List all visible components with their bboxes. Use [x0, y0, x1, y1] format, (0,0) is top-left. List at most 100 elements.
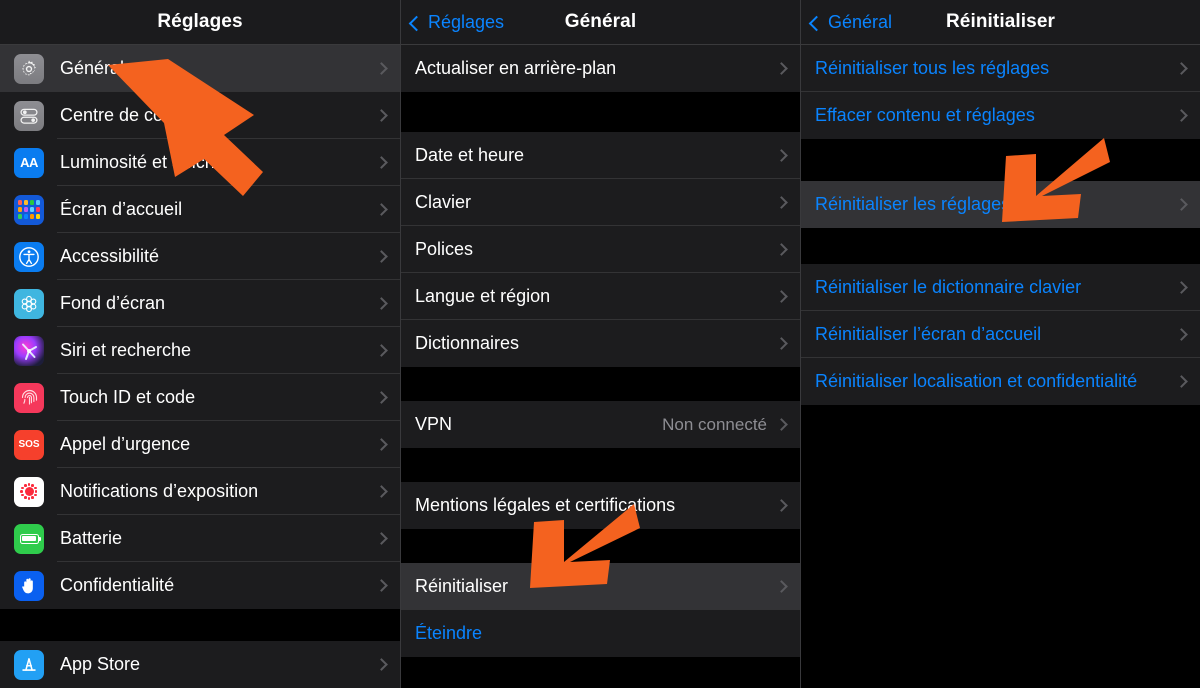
reset-navbar: Général Réinitialiser: [801, 0, 1200, 45]
home-screen-icon: [14, 194, 44, 225]
chevron-right-icon: [775, 196, 788, 209]
reset-back-label: Général: [828, 12, 893, 32]
list-item-label: Général: [60, 58, 125, 78]
chevron-right-icon: [1175, 109, 1188, 122]
chevron-right-icon: [775, 418, 788, 431]
general-back-button[interactable]: Réglages: [408, 0, 505, 45]
list-item-label: Réinitialiser localisation et confidenti…: [815, 371, 1138, 391]
settings-group: Réinitialiser le dictionnaire clavier Réi…: [801, 264, 1200, 405]
list-item[interactable]: Dictionnaires: [401, 320, 800, 367]
list-item[interactable]: Écran d’accueil: [0, 186, 400, 233]
reset-list: Réinitialiser tous les réglages Effacer c…: [801, 45, 1200, 405]
battery-icon: [14, 523, 44, 554]
list-item-label: Effacer contenu et réglages: [815, 105, 1035, 125]
chevron-right-icon: [775, 243, 788, 256]
chevron-right-icon: [1175, 328, 1188, 341]
accessibility-icon: [14, 241, 44, 272]
list-item[interactable]: Accessibilité: [0, 233, 400, 280]
section-gap: [801, 228, 1200, 264]
settings-group: Date et heure Clavier Polices Langue et rég…: [401, 132, 800, 367]
list-item[interactable]: Réinitialiser l’écran d’accueil: [801, 311, 1200, 358]
list-item[interactable]: Confidentialité: [0, 562, 400, 609]
list-item-label: Réinitialiser: [415, 576, 509, 596]
general-list: Actualiser en arrière-plan Date et heure C…: [401, 45, 800, 657]
list-item[interactable]: Éteindre: [401, 610, 800, 657]
list-item[interactable]: Langue et région: [401, 273, 800, 320]
control-center-icon: [14, 100, 44, 131]
list-item-label: Accessibilité: [60, 246, 160, 266]
list-item-label: Fond d’écran: [60, 293, 166, 313]
settings-group: Général Centre de contrôle AA Luminosité et…: [0, 45, 400, 609]
exposure-notifications-icon: [14, 476, 44, 507]
chevron-right-icon: [375, 658, 388, 671]
list-item-label: Clavier: [415, 192, 472, 212]
section-gap: [401, 367, 800, 401]
list-item[interactable]: Clavier: [401, 179, 800, 226]
reset-panel: Général Réinitialiser Réinitialiser tous…: [800, 0, 1200, 688]
list-item-label: Confidentialité: [60, 575, 175, 595]
chevron-right-icon: [375, 532, 388, 545]
list-item-label: Réinitialiser le dictionnaire clavier: [815, 277, 1082, 297]
list-item[interactable]: Siri et recherche: [0, 327, 400, 374]
list-item-label: Écran d’accueil: [60, 199, 183, 219]
chevron-right-icon: [375, 250, 388, 263]
settings-panel: Réglages Général Centre de contrôle AA Lumi…: [0, 0, 400, 688]
chevron-right-icon: [775, 62, 788, 75]
section-gap: [401, 92, 800, 132]
chevron-right-icon: [375, 485, 388, 498]
list-item[interactable]: Centre de contrôle: [0, 92, 400, 139]
wallpaper-icon: [14, 288, 44, 319]
list-item[interactable]: Réinitialiser localisation et confidenti…: [801, 358, 1200, 405]
list-item-label: Siri et recherche: [60, 340, 192, 360]
chevron-right-icon: [375, 109, 388, 122]
chevron-right-icon: [1175, 62, 1188, 75]
general-back-label: Réglages: [428, 12, 505, 32]
settings-group: Réinitialiser tous les réglages Effacer c…: [801, 45, 1200, 139]
list-item-label: Réinitialiser l’écran d’accueil: [815, 324, 1042, 344]
list-item[interactable]: Mentions légales et certifications: [401, 482, 800, 529]
chevron-right-icon: [375, 156, 388, 169]
chevron-right-icon: [775, 290, 788, 303]
chevron-right-icon: [375, 344, 388, 357]
list-item[interactable]: Réinitialiser le dictionnaire clavier: [801, 264, 1200, 311]
sos-icon: SOS: [14, 429, 44, 460]
list-item[interactable]: Date et heure: [401, 132, 800, 179]
list-item-label: Polices: [415, 239, 474, 259]
list-item[interactable]: VPN Non connecté: [401, 401, 800, 448]
chevron-right-icon: [375, 391, 388, 404]
app-store-icon: [14, 649, 44, 680]
list-item[interactable]: Actualiser en arrière-plan: [401, 45, 800, 92]
list-item[interactable]: Effacer contenu et réglages: [801, 92, 1200, 139]
reset-back-button[interactable]: Général: [808, 0, 893, 45]
chevron-right-icon: [775, 499, 788, 512]
list-item[interactable]: Notifications d’exposition: [0, 468, 400, 515]
list-item[interactable]: AA Luminosité et affichage: [0, 139, 400, 186]
chevron-right-icon: [375, 203, 388, 216]
settings-group: Réinitialiser Éteindre: [401, 563, 800, 657]
list-item[interactable]: Général: [0, 45, 400, 92]
list-item-label: Réinitialiser les réglages réseau: [815, 194, 1071, 214]
settings-group: App Store: [0, 641, 400, 688]
list-item[interactable]: Réinitialiser tous les réglages: [801, 45, 1200, 92]
list-item[interactable]: App Store: [0, 641, 400, 688]
chevron-right-icon: [775, 149, 788, 162]
privacy-hand-icon: [14, 570, 44, 601]
list-item-label: Réinitialiser tous les réglages: [815, 58, 1050, 78]
list-item-label: Éteindre: [415, 623, 483, 643]
list-item-label: Mentions légales et certifications: [415, 495, 676, 515]
list-item[interactable]: Touch ID et code: [0, 374, 400, 421]
chevron-right-icon: [1175, 281, 1188, 294]
list-item[interactable]: SOS Appel d’urgence: [0, 421, 400, 468]
list-item[interactable]: Fond d’écran: [0, 280, 400, 327]
siri-icon: [14, 335, 44, 366]
list-item[interactable]: Batterie: [0, 515, 400, 562]
list-item-label: Actualiser en arrière-plan: [415, 58, 617, 78]
chevron-right-icon: [775, 580, 788, 593]
general-panel: Réglages Général Actualiser en arrière-p…: [400, 0, 800, 688]
section-gap: [401, 448, 800, 482]
settings-title: Réglages: [157, 11, 243, 32]
list-item[interactable]: Réinitialiser: [401, 563, 800, 610]
settings-group: VPN Non connecté: [401, 401, 800, 448]
list-item[interactable]: Réinitialiser les réglages réseau: [801, 181, 1200, 228]
list-item[interactable]: Polices: [401, 226, 800, 273]
